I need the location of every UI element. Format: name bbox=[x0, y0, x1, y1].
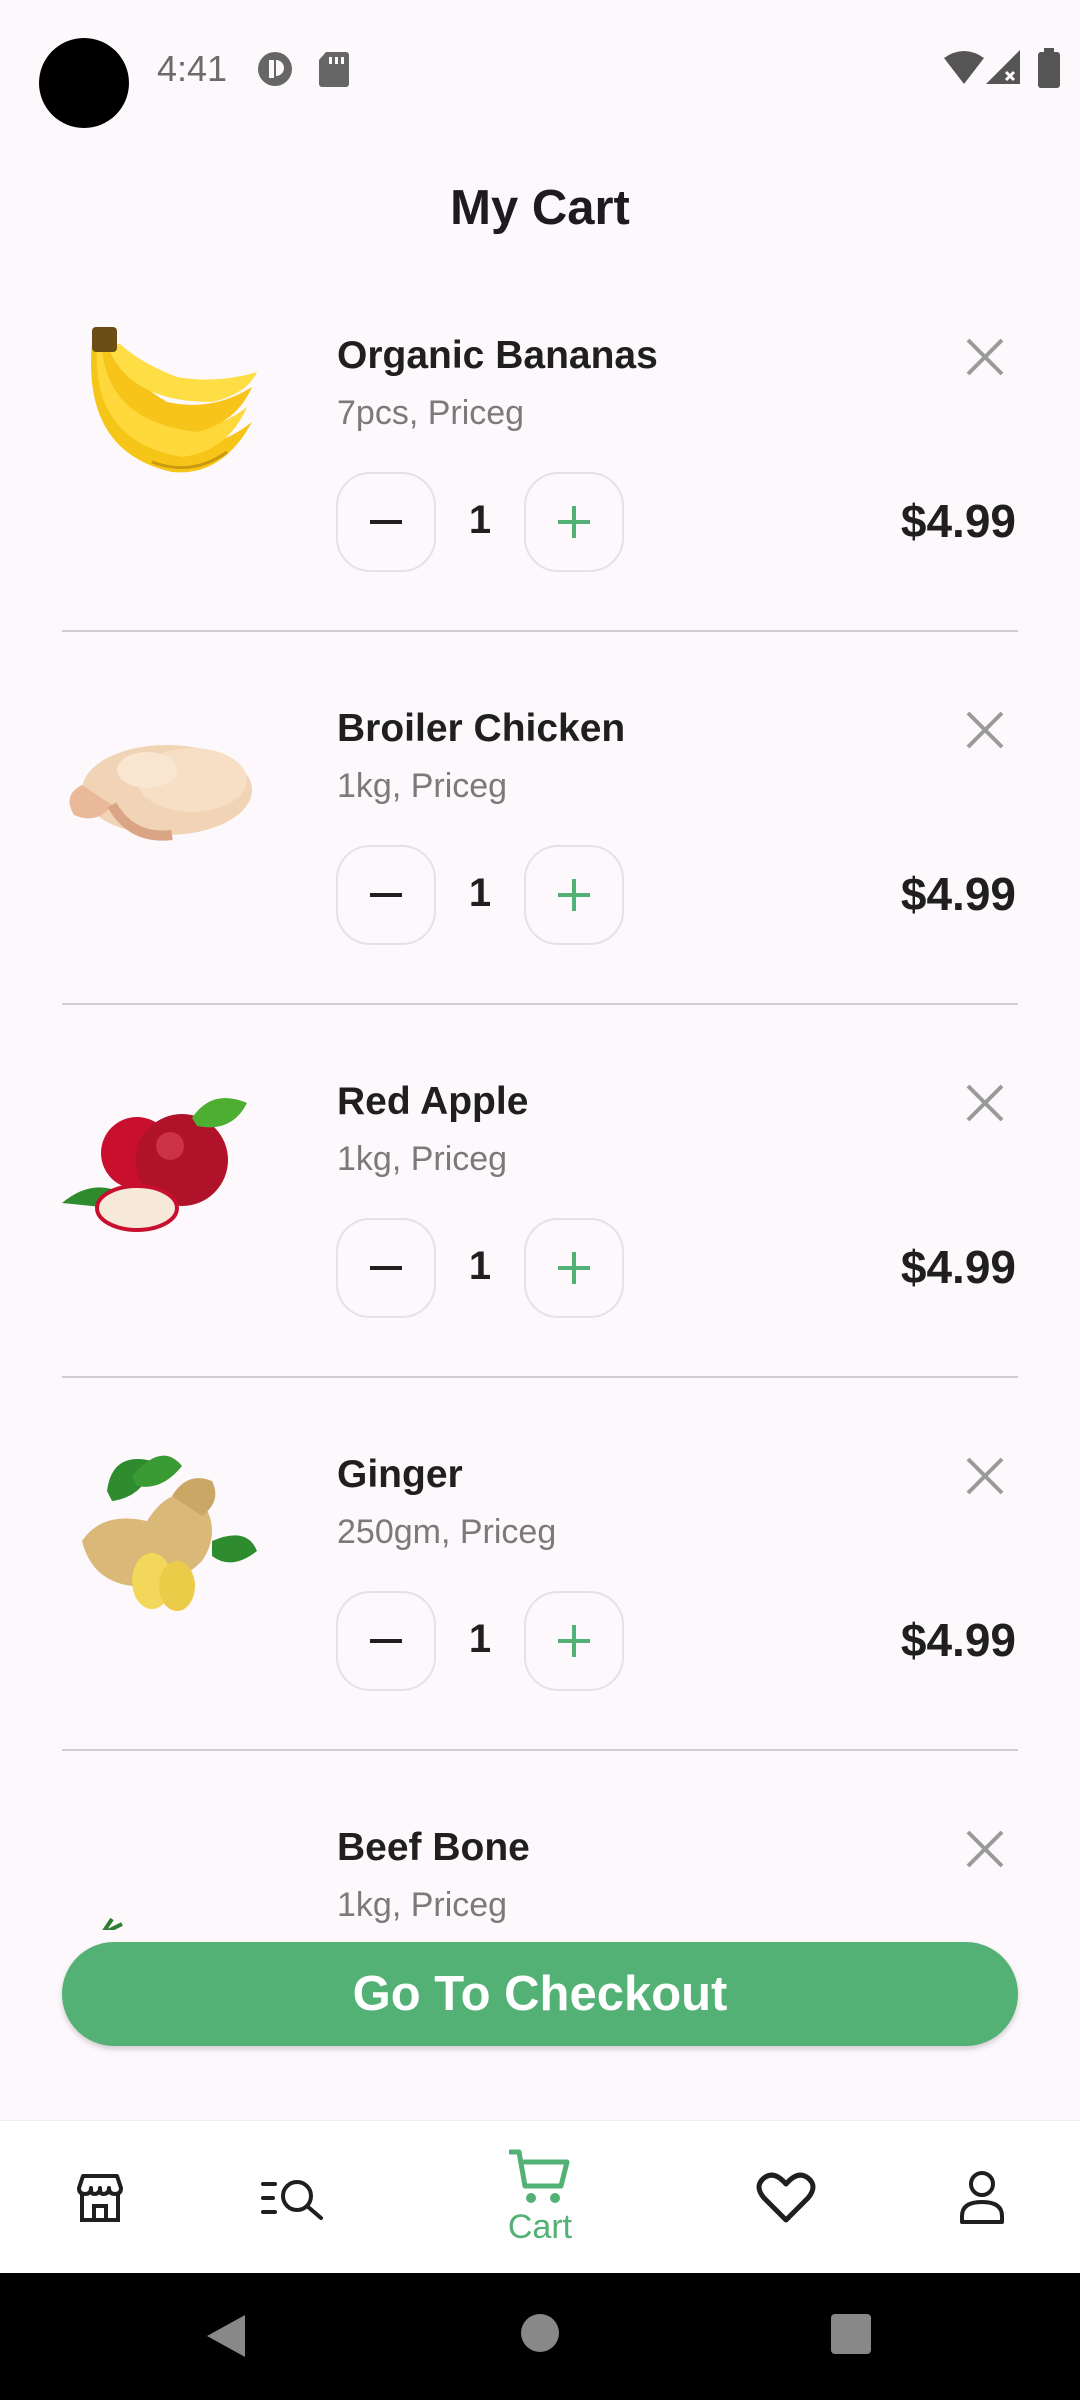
apple-image bbox=[62, 1098, 247, 1232]
home-icon[interactable] bbox=[520, 2313, 560, 2353]
close-icon bbox=[966, 1830, 1004, 1868]
decrease-quantity-button[interactable] bbox=[336, 1591, 436, 1691]
item-price: $4.99 bbox=[900, 1241, 1016, 1293]
minus-icon bbox=[370, 1639, 402, 1643]
minus-icon bbox=[370, 893, 402, 897]
camera-cutout bbox=[39, 38, 129, 128]
cart-icon bbox=[509, 2149, 570, 2203]
increase-quantity-button[interactable] bbox=[524, 1591, 624, 1691]
nav-label-cart: Cart bbox=[507, 2208, 573, 2246]
close-icon bbox=[966, 1084, 1004, 1122]
cart-list[interactable]: Organic Bananas 7pcs, Priceg 1 $4.99 Bro… bbox=[0, 258, 1080, 1930]
recents-icon[interactable] bbox=[830, 2313, 872, 2355]
cart-screen: 4:41 My Cart Organic Bananas 7pcs, Price… bbox=[0, 0, 1080, 2400]
increase-quantity-button[interactable] bbox=[524, 472, 624, 572]
plus-icon bbox=[558, 879, 590, 911]
close-icon bbox=[966, 711, 1004, 749]
nav-item-shop[interactable] bbox=[52, 2121, 148, 2274]
item-name: Ginger bbox=[337, 1453, 463, 1496]
minus-icon bbox=[370, 520, 402, 524]
minus-icon bbox=[370, 1266, 402, 1270]
cart-item: Red Apple 1kg, Priceg 1 $4.99 bbox=[0, 1004, 1080, 1378]
item-desc: 1kg, Priceg bbox=[337, 767, 508, 805]
quantity-value: 1 bbox=[468, 498, 492, 542]
status-bar: 4:41 bbox=[0, 0, 1080, 130]
item-name: Red Apple bbox=[337, 1080, 529, 1123]
plus-icon bbox=[558, 1252, 590, 1284]
signal-icon bbox=[986, 50, 1020, 84]
page-title: My Cart bbox=[450, 181, 630, 235]
remove-item-button[interactable] bbox=[958, 1822, 1012, 1876]
item-price: $4.99 bbox=[900, 1614, 1016, 1666]
bottom-nav: Cart bbox=[0, 2120, 1080, 2273]
increase-quantity-button[interactable] bbox=[524, 845, 624, 945]
close-icon bbox=[966, 1457, 1004, 1495]
ginger-image bbox=[82, 1455, 257, 1611]
item-name: Beef Bone bbox=[337, 1826, 530, 1869]
item-price: $4.99 bbox=[900, 495, 1016, 547]
close-icon bbox=[966, 338, 1004, 376]
cart-item: Broiler Chicken 1kg, Priceg 1 $4.99 bbox=[0, 631, 1080, 1005]
item-desc: 7pcs, Priceg bbox=[337, 394, 525, 432]
cart-item: Organic Bananas 7pcs, Priceg 1 $4.99 bbox=[0, 258, 1080, 632]
item-name: Organic Bananas bbox=[337, 334, 658, 377]
quantity-value: 1 bbox=[468, 871, 492, 915]
remove-item-button[interactable] bbox=[958, 703, 1012, 757]
remove-item-button[interactable] bbox=[958, 1076, 1012, 1130]
quantity-value: 1 bbox=[468, 1617, 492, 1661]
quantity-value: 1 bbox=[468, 1244, 492, 1288]
decrease-quantity-button[interactable] bbox=[336, 1218, 436, 1318]
plus-icon bbox=[558, 1625, 590, 1657]
back-icon[interactable] bbox=[205, 2313, 247, 2359]
cart-item: Ginger 250gm, Priceg 1 $4.99 bbox=[0, 1377, 1080, 1751]
nav-item-account[interactable] bbox=[934, 2121, 1030, 2274]
item-price: $4.99 bbox=[900, 868, 1016, 920]
cart-item: Beef Bone 1kg, Priceg bbox=[0, 1750, 1080, 1930]
increase-quantity-button[interactable] bbox=[524, 1218, 624, 1318]
system-nav-bar bbox=[0, 2273, 1080, 2400]
status-time: 4:41 bbox=[157, 48, 228, 89]
item-name: Broiler Chicken bbox=[337, 707, 626, 750]
item-desc: 1kg, Priceg bbox=[337, 1886, 508, 1924]
decrease-quantity-button[interactable] bbox=[336, 845, 436, 945]
item-desc: 250gm, Priceg bbox=[337, 1513, 557, 1551]
shop-icon bbox=[77, 2173, 123, 2222]
decrease-quantity-button[interactable] bbox=[336, 472, 436, 572]
item-desc: 1kg, Priceg bbox=[337, 1140, 508, 1178]
wifi-icon bbox=[944, 51, 984, 84]
beef-image bbox=[102, 1917, 123, 1930]
account-icon bbox=[960, 2170, 1004, 2224]
nav-item-explore[interactable] bbox=[246, 2121, 342, 2274]
nav-item-cart[interactable]: Cart bbox=[480, 2121, 600, 2274]
chicken-image bbox=[69, 745, 252, 841]
notification-icon bbox=[258, 52, 292, 86]
explore-icon bbox=[261, 2179, 323, 2220]
plus-icon bbox=[558, 506, 590, 538]
checkout-button[interactable]: Go To Checkout bbox=[62, 1942, 1018, 2046]
remove-item-button[interactable] bbox=[958, 1449, 1012, 1503]
sd-card-icon bbox=[319, 52, 349, 87]
heart-icon bbox=[756, 2172, 816, 2222]
nav-item-favourite[interactable] bbox=[738, 2121, 834, 2274]
banana-image bbox=[91, 327, 257, 473]
battery-icon bbox=[1038, 48, 1060, 88]
remove-item-button[interactable] bbox=[958, 330, 1012, 384]
